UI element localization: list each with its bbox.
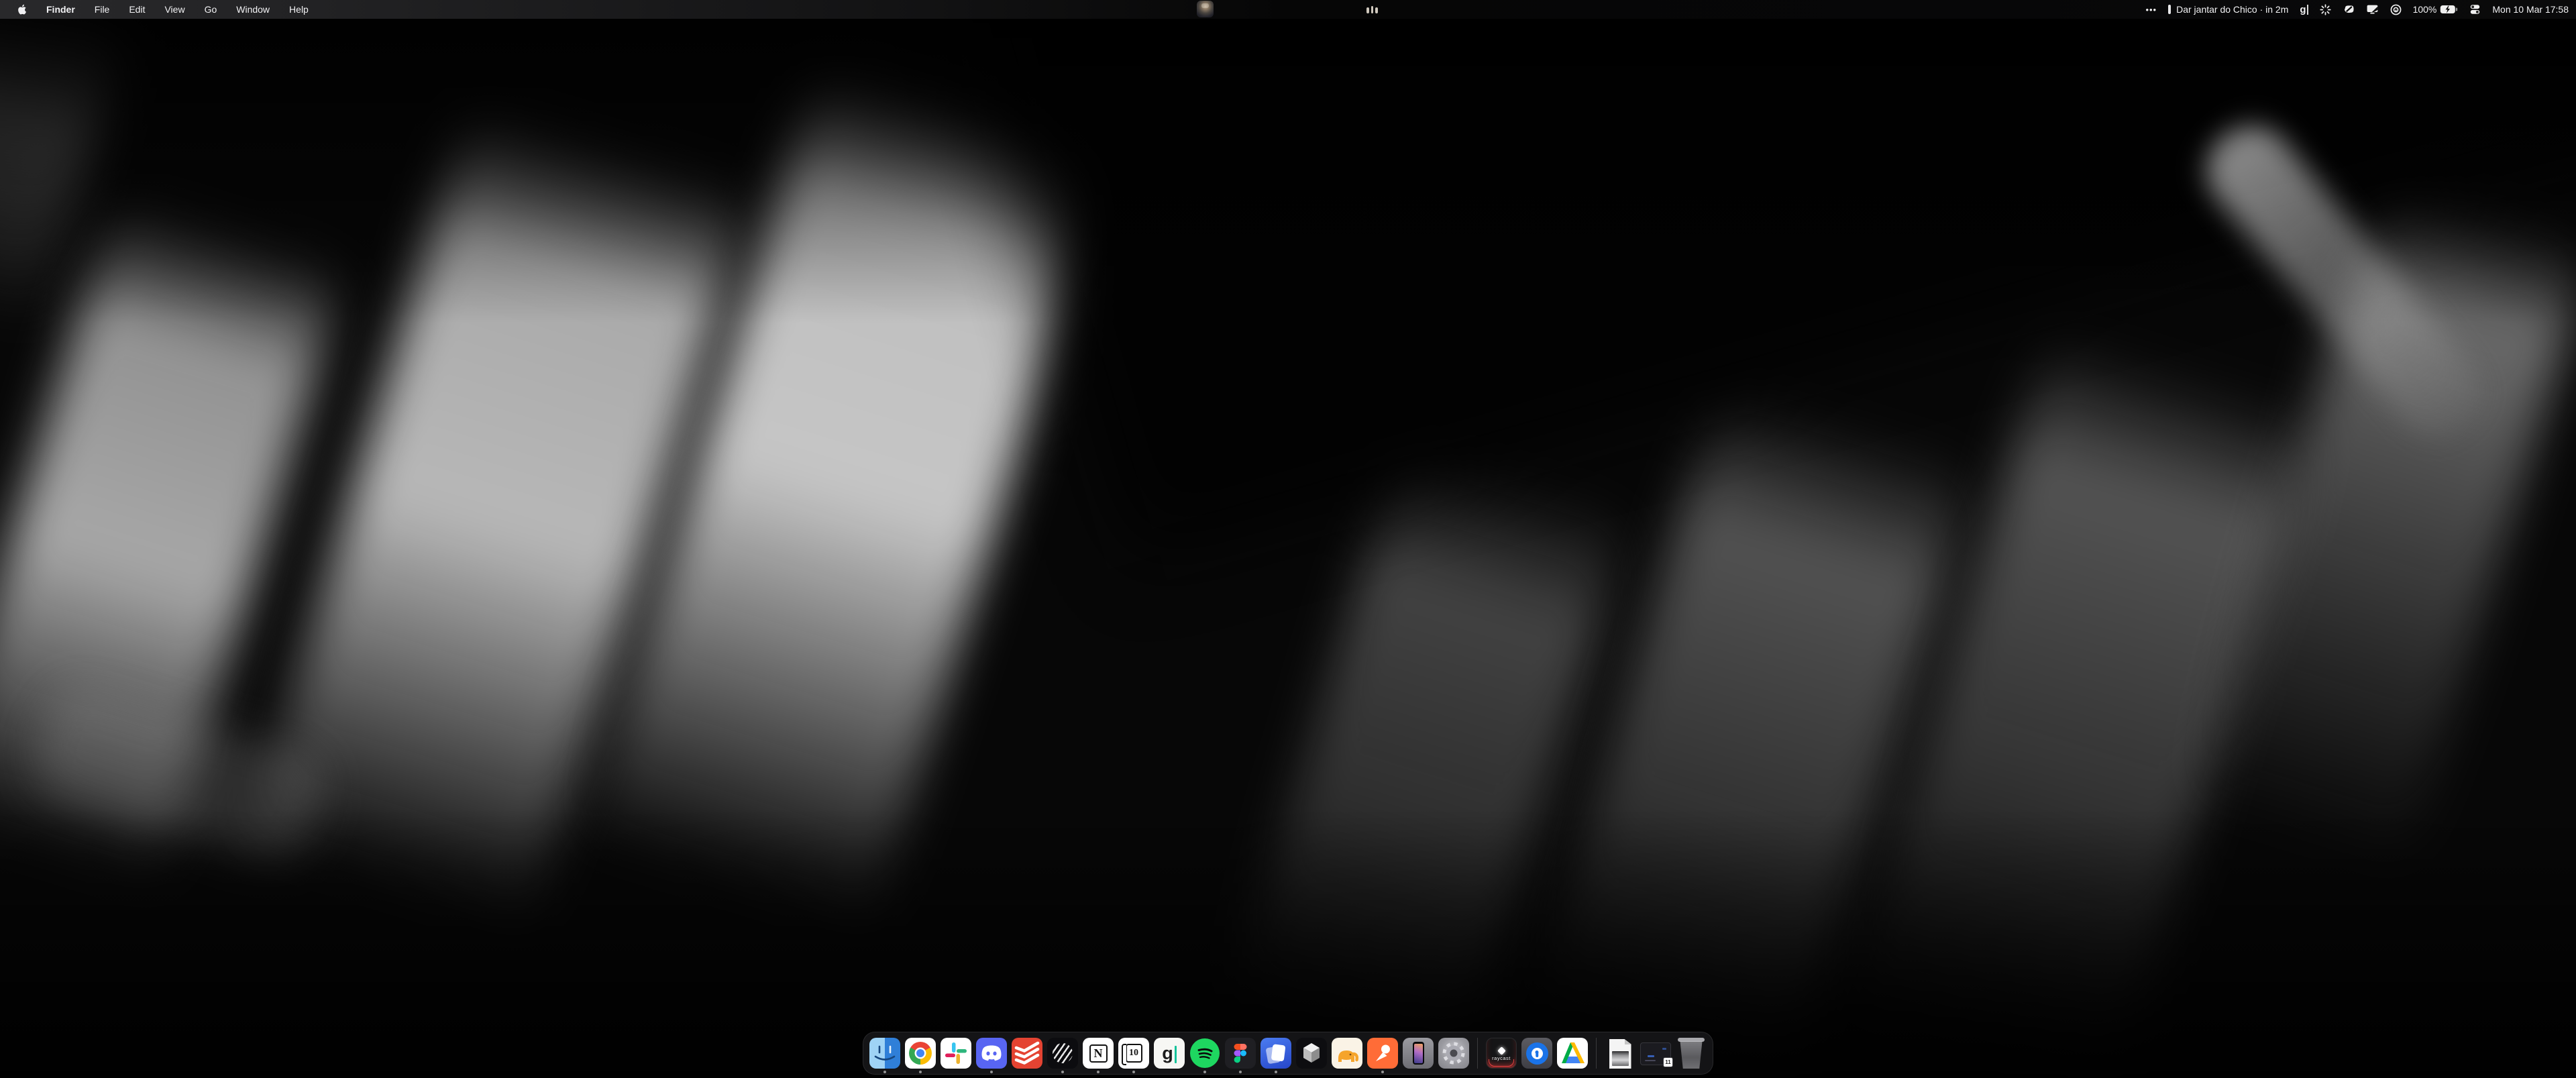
dock-app-spotify[interactable] — [1189, 1038, 1220, 1069]
spotify-logo-icon — [1190, 1038, 1220, 1068]
menu-bar: Finder File Edit View Go Window Help •••… — [0, 0, 2576, 19]
menu-bar-clock[interactable]: Mon 10 Mar 17:58 — [2492, 4, 2569, 15]
dock-app-craft[interactable] — [1260, 1038, 1291, 1069]
dock-trash[interactable] — [1676, 1038, 1707, 1069]
calendar-event-item[interactable]: Dar jantar do Chico · in 2m — [2168, 4, 2288, 15]
dock-app-notion[interactable]: N — [1083, 1038, 1114, 1069]
dock-app-cube[interactable] — [1296, 1038, 1327, 1069]
dock-app-todoist[interactable] — [1012, 1038, 1042, 1069]
linear-logo-icon — [1053, 1043, 1073, 1063]
running-indicator — [1061, 1071, 1064, 1073]
notion-logo-icon: N — [1089, 1044, 1108, 1063]
dock-app-google-drive[interactable] — [1557, 1038, 1588, 1069]
grammarly-logo-icon: g — [1162, 1044, 1177, 1063]
dock-separator — [1477, 1038, 1478, 1069]
gear-icon — [1438, 1038, 1469, 1069]
dock: N 10 g — [863, 1032, 1713, 1075]
chrome-logo-icon — [909, 1042, 932, 1065]
menu-go[interactable]: Go — [205, 0, 217, 19]
menu-window[interactable]: Window — [236, 0, 270, 19]
screenshot-thumbnail-icon: 11 — [1640, 1042, 1671, 1065]
control-center-icon[interactable] — [2469, 4, 2481, 15]
running-indicator — [883, 1071, 886, 1073]
battery-percent: 100% — [2413, 4, 2437, 15]
running-indicator — [919, 1071, 922, 1073]
audio-level-bars-icon — [1366, 6, 1378, 13]
dock-app-raycast[interactable]: raycast — [1486, 1038, 1517, 1069]
display-icon[interactable] — [2366, 4, 2379, 15]
menu-help[interactable]: Help — [289, 0, 309, 19]
calendar-badge: 11 — [1663, 1057, 1673, 1067]
onepassword-icon[interactable] — [2390, 4, 2402, 15]
dock-file-document[interactable] — [1605, 1038, 1635, 1069]
dock-app-notion-calendar[interactable]: 10 — [1118, 1038, 1149, 1069]
grammarly-icon[interactable]: g — [2300, 4, 2308, 15]
battery-item[interactable]: 100% — [2413, 4, 2459, 15]
simulator-iphone-icon — [1413, 1042, 1424, 1065]
dock-app-postman[interactable] — [1367, 1038, 1398, 1069]
notion-calendar-logo-icon: 10 — [1126, 1044, 1142, 1063]
running-indicator — [990, 1071, 993, 1073]
dock-app-1password[interactable] — [1521, 1038, 1552, 1069]
dock-app-discord[interactable] — [976, 1038, 1007, 1069]
running-indicator — [1132, 1071, 1135, 1073]
dock-app-chrome[interactable] — [905, 1038, 936, 1069]
running-indicator — [1381, 1071, 1384, 1073]
running-indicator — [1275, 1071, 1277, 1073]
running-indicator — [1097, 1071, 1099, 1073]
dock-app-system-settings[interactable] — [1438, 1038, 1469, 1069]
dock-app-slack[interactable] — [941, 1038, 971, 1069]
raycast-logo-icon — [1497, 1046, 1506, 1055]
app-menu-finder[interactable]: Finder — [46, 0, 75, 19]
dock-app-grammarly[interactable]: g — [1154, 1038, 1185, 1069]
trash-icon — [1678, 1038, 1705, 1069]
dock-app-figma[interactable] — [1225, 1038, 1256, 1069]
overflow-dots-item[interactable]: ••• — [2145, 5, 2157, 15]
dock-app-finder[interactable] — [869, 1038, 900, 1069]
dock-separator — [1596, 1038, 1597, 1069]
wallpaper-shadow — [0, 0, 2576, 1078]
dock-app-simulator[interactable] — [1403, 1038, 1434, 1069]
menu-view[interactable]: View — [164, 0, 184, 19]
pick-shape-icon[interactable] — [2343, 4, 2355, 15]
apple-menu-icon[interactable] — [17, 3, 27, 15]
menu-bar-left: Finder File Edit View Go Window Help — [0, 0, 309, 19]
dock-app-postico[interactable] — [1332, 1038, 1362, 1069]
now-playing-album-art[interactable] — [1197, 1, 1214, 17]
event-text: Dar jantar do Chico · in 2m — [2176, 4, 2288, 15]
dock-app-linear[interactable] — [1047, 1038, 1078, 1069]
running-indicator — [1239, 1071, 1242, 1073]
menu-file[interactable]: File — [95, 0, 110, 19]
menu-bar-status-area: ••• Dar jantar do Chico · in 2m g — [2145, 4, 2576, 15]
event-color-bar-icon — [2168, 5, 2171, 14]
dock-file-screenshot[interactable]: 11 — [1640, 1038, 1671, 1069]
desktop-wallpaper — [0, 0, 2576, 1078]
battery-icon — [2440, 5, 2458, 14]
1password-logo-icon — [1526, 1042, 1548, 1065]
running-indicator — [1203, 1071, 1206, 1073]
burst-icon[interactable] — [2320, 4, 2331, 15]
document-file-icon — [1609, 1039, 1631, 1069]
menu-edit[interactable]: Edit — [129, 0, 145, 19]
